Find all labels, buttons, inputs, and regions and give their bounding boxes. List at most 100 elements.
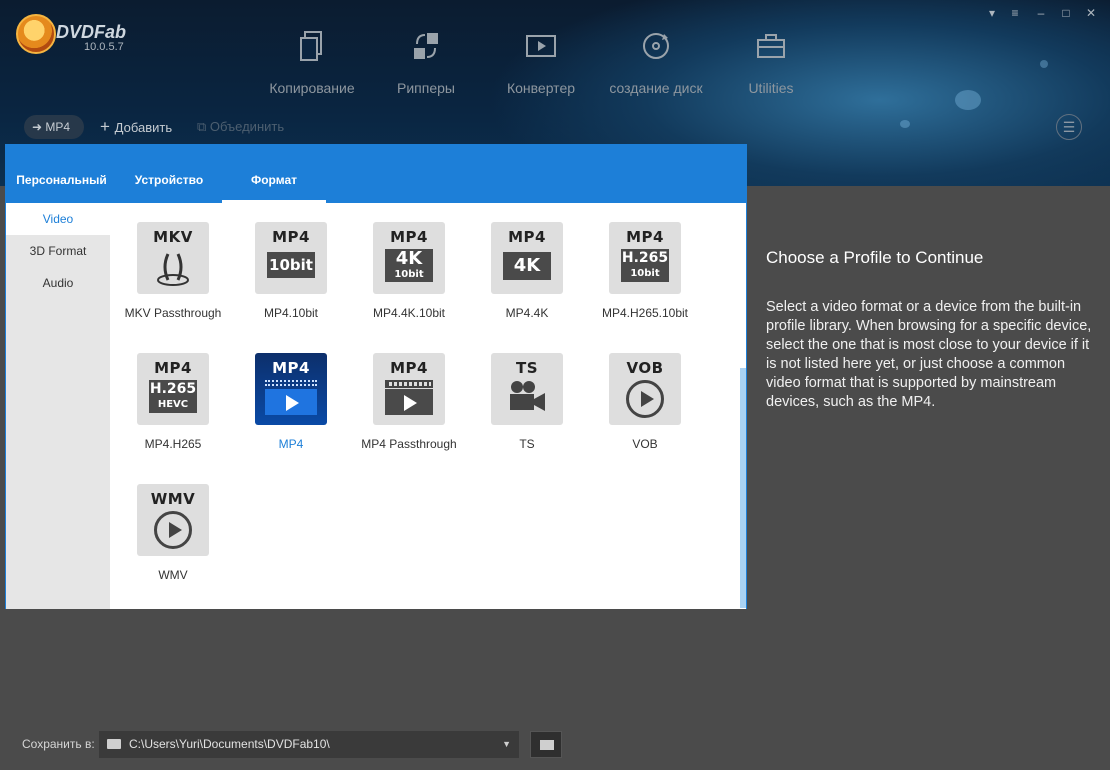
icon-badge: H.265 bbox=[149, 381, 197, 397]
water-drop bbox=[1040, 60, 1048, 68]
nav-label: создание диск bbox=[609, 80, 703, 96]
close-icon[interactable]: ✕ bbox=[1083, 5, 1099, 21]
nav-label: Рипперы bbox=[397, 80, 455, 96]
arrow-right-circle-icon: ➜ bbox=[32, 120, 46, 134]
nav-ripper[interactable]: Рипперы bbox=[370, 30, 482, 100]
category-audio[interactable]: Audio bbox=[6, 267, 110, 299]
play-circle-icon bbox=[154, 511, 192, 549]
format-name: MP4 bbox=[278, 437, 304, 451]
format-name: MP4.4K bbox=[505, 306, 549, 320]
ripper-icon bbox=[414, 33, 438, 59]
ts-icon: TS bbox=[491, 353, 563, 425]
add-label: Добавить bbox=[114, 120, 173, 135]
chevron-down-icon: ▼ bbox=[502, 739, 511, 749]
format-name: VOB bbox=[632, 437, 658, 451]
dvdfab-window: DVDFab 10.0.5.7 ▾ ≡ – □ ✕ Копирование Ри… bbox=[0, 0, 1110, 770]
icon-title: MP4 bbox=[626, 228, 664, 246]
icon-title: MP4 bbox=[390, 359, 428, 377]
pin-icon[interactable]: ▾ bbox=[984, 5, 1000, 21]
category-list: Video 3D Format Audio bbox=[6, 203, 110, 609]
menu-icon[interactable]: ☰ bbox=[1056, 114, 1082, 140]
converter-icon bbox=[526, 35, 556, 57]
icon-title: MP4 bbox=[508, 228, 546, 246]
mp4-4k-icon: MP4 4K bbox=[491, 222, 563, 294]
merge-button[interactable]: ⧉ Объединить bbox=[197, 115, 284, 139]
icon-title: VOB bbox=[626, 359, 664, 377]
format-tile-mp4-10bit[interactable]: MP4 10bit MP4.10bit bbox=[232, 222, 350, 342]
format-tile-mp4-4k[interactable]: MP4 4K MP4.4K bbox=[468, 222, 586, 342]
folder-icon bbox=[540, 740, 554, 750]
format-tile-vob[interactable]: VOB VOB bbox=[586, 353, 704, 473]
merge-icon: ⧉ bbox=[197, 119, 210, 134]
icon-badge-box: H.265 10bit bbox=[621, 249, 669, 282]
format-name: WMV bbox=[158, 568, 188, 582]
format-tile-wmv[interactable]: WMV WMV bbox=[114, 484, 232, 604]
plus-icon: + bbox=[100, 117, 115, 136]
format-name: MP4.4K.10bit bbox=[372, 306, 446, 320]
profile-label: MP4 bbox=[45, 120, 71, 134]
icon-badge: H.265 bbox=[621, 250, 669, 266]
format-tile-mkv-passthrough[interactable]: MKV MKV Passthrough bbox=[114, 222, 232, 342]
format-name: TS bbox=[519, 437, 535, 451]
nav-converter[interactable]: Конвертер bbox=[485, 30, 597, 100]
format-tile-mp4-h265[interactable]: MP4 H.265 HEVC MP4.H265 bbox=[114, 353, 232, 473]
scrollbar[interactable] bbox=[740, 368, 746, 608]
app-version: 10.0.5.7 bbox=[84, 41, 124, 53]
film-strip-icon bbox=[385, 380, 433, 388]
nav-disc-creator[interactable]: создание диск bbox=[600, 30, 712, 100]
format-name: MP4 Passthrough bbox=[361, 437, 457, 451]
wmv-icon: WMV bbox=[137, 484, 209, 556]
nav-label: Utilities bbox=[748, 80, 794, 96]
dropdown-icon[interactable]: ≡ bbox=[1007, 5, 1023, 21]
format-grid: MKV MKV Passthrough MP4 10bit MP4.10bit … bbox=[110, 203, 746, 609]
mp4-h265-icon: MP4 H.265 HEVC bbox=[137, 353, 209, 425]
mp4-icon: MP4 bbox=[255, 353, 327, 425]
dvdfab-logo-icon bbox=[16, 14, 56, 54]
icon-title: MP4 bbox=[154, 359, 192, 377]
brand-name: DVDFab bbox=[56, 22, 127, 42]
icon-title: WMV bbox=[150, 490, 196, 508]
info-description: Select a video format or a device from t… bbox=[766, 299, 1092, 410]
profile-tabs: Персональный Устройство Формат bbox=[6, 145, 746, 203]
icon-badge: 4K bbox=[503, 252, 551, 280]
minimize-icon[interactable]: – bbox=[1033, 5, 1049, 21]
profile-dialog: Персональный Устройство Формат Video 3D … bbox=[5, 144, 747, 609]
vob-icon: VOB bbox=[609, 353, 681, 425]
tab-device[interactable]: Устройство bbox=[122, 145, 216, 203]
profile-selector-button[interactable]: ➜ MP4 bbox=[24, 115, 84, 139]
format-name: MP4.H265 bbox=[144, 437, 202, 451]
format-name: MP4.10bit bbox=[263, 306, 319, 320]
format-tile-ts[interactable]: TS TS bbox=[468, 353, 586, 473]
category-3d-format[interactable]: 3D Format bbox=[6, 235, 110, 267]
mkv-logo-icon bbox=[157, 253, 189, 286]
merge-label: Объединить bbox=[209, 119, 285, 134]
icon-title: MP4 bbox=[272, 228, 310, 246]
add-button[interactable]: + Добавить bbox=[100, 115, 172, 139]
disc-icon bbox=[643, 33, 669, 59]
nav-utilities[interactable]: Utilities bbox=[715, 30, 827, 100]
folder-icon bbox=[107, 739, 121, 749]
icon-badge: 10bit bbox=[267, 252, 315, 278]
info-title: Choose a Profile to Continue bbox=[766, 248, 984, 267]
toolbar: ➜ MP4 + Добавить ⧉ Объединить bbox=[0, 115, 1110, 139]
play-icon bbox=[286, 395, 299, 411]
output-path-select[interactable]: C:\Users\Yuri\Documents\DVDFab10\ ▼ bbox=[99, 731, 519, 758]
nav-copy[interactable]: Копирование bbox=[256, 30, 368, 100]
play-icon bbox=[404, 395, 417, 411]
maximize-icon[interactable]: □ bbox=[1058, 5, 1074, 21]
tab-format[interactable]: Формат bbox=[222, 145, 326, 203]
category-video[interactable]: Video bbox=[6, 203, 110, 235]
icon-badge-sub: HEVC bbox=[157, 399, 189, 410]
icon-badge-box: H.265 HEVC bbox=[149, 380, 197, 413]
browse-folder-button[interactable] bbox=[530, 731, 562, 758]
output-path: C:\Users\Yuri\Documents\DVDFab10\ bbox=[129, 737, 330, 751]
mp4-10bit-icon: MP4 10bit bbox=[255, 222, 327, 294]
icon-title: MP4 bbox=[272, 359, 310, 377]
format-tile-mp4[interactable]: MP4 MP4 bbox=[232, 353, 350, 473]
format-tile-mp4-4k-10bit[interactable]: MP4 4K 10bit MP4.4K.10bit bbox=[350, 222, 468, 342]
tab-personal[interactable]: Персональный bbox=[6, 145, 117, 203]
mkv-icon: MKV bbox=[137, 222, 209, 294]
format-tile-mp4-h265-10bit[interactable]: MP4 H.265 10bit MP4.H265.10bit bbox=[586, 222, 704, 342]
nav-label: Копирование bbox=[269, 80, 355, 96]
format-tile-mp4-passthrough[interactable]: MP4 MP4 Passthrough bbox=[350, 353, 468, 473]
